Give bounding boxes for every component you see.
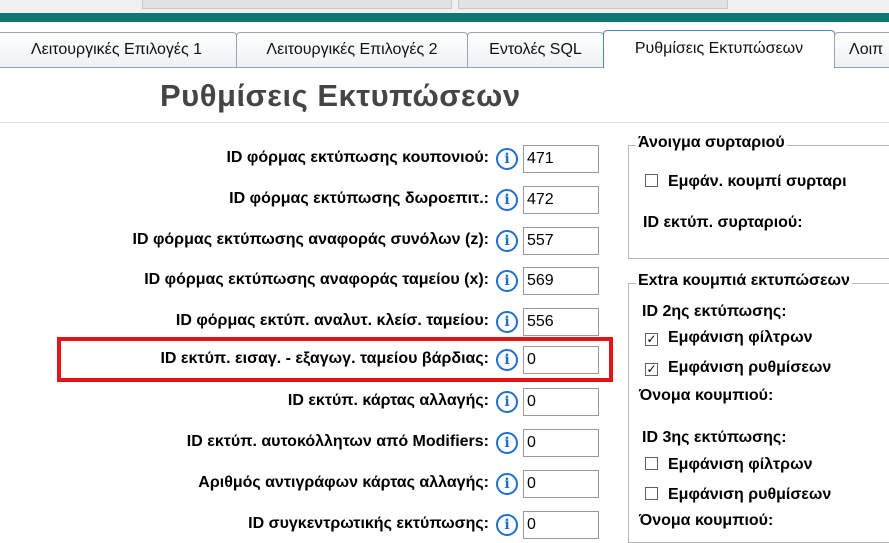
third-show-settings-option[interactable]: Εμφάνιση ρυθμίσεων <box>645 486 831 504</box>
info-icon[interactable]: i <box>496 473 518 495</box>
gift-voucher-print-form-id-input[interactable] <box>523 186 599 214</box>
window-top-strip <box>0 0 889 14</box>
label-z-report-print-form-id: ID φόρμας εκτύπωσης αναφοράς συνόλων (z)… <box>132 231 490 248</box>
third-show-filters-label: Εμφάνιση φίλτρων <box>668 456 813 473</box>
coupon-print-form-id-input[interactable] <box>523 145 599 173</box>
z-report-print-form-id-input[interactable] <box>523 227 599 255</box>
tab-sql-commands[interactable]: Εντολές SQL <box>467 32 604 67</box>
second-button-name-label: Όνομα κουμπιού: <box>639 387 774 404</box>
extra-print-buttons-group <box>628 283 889 543</box>
third-show-filters-option[interactable]: Εμφάνιση φίλτρων <box>645 456 813 474</box>
label-change-card-copies: Αριθμός αντιγράφων κάρτας αλλαγής: <box>198 474 489 491</box>
info-icon[interactable]: i <box>496 148 518 170</box>
accent-bar <box>0 13 889 22</box>
extra-print-buttons-title: Extra κουμπιά εκτυπώσεων <box>636 272 852 290</box>
label-summary-print-id: ID συγκεντρωτικής εκτύπωσης: <box>248 515 489 532</box>
toolbar-segment <box>458 0 728 9</box>
drawer-group-title: Άνοιγμα συρταριού <box>636 134 787 152</box>
second-show-settings-label: Εμφάνιση ρυθμίσεων <box>668 359 832 376</box>
second-show-filters-option[interactable]: ✓ Εμφάνιση φίλτρων <box>645 329 813 347</box>
info-icon[interactable]: i <box>496 349 518 371</box>
label-change-card-print-id: ID εκτύπ. κάρτας αλλαγής: <box>287 392 489 409</box>
info-icon[interactable]: i <box>496 189 518 211</box>
second-print-id-label: ID 2ης εκτύπωσης: <box>642 303 787 320</box>
header-divider <box>0 122 889 123</box>
info-icon[interactable]: i <box>496 311 518 333</box>
tab-functional-options-2[interactable]: Λειτουργικές Επιλογές 2 <box>236 32 468 67</box>
modifier-stickers-print-id-input[interactable] <box>523 429 599 457</box>
third-print-id-label: ID 3ης εκτύπωσης: <box>642 429 787 446</box>
second-show-filters-label: Εμφάνιση φίλτρων <box>668 329 813 346</box>
show-drawer-button-checkbox[interactable] <box>645 174 658 187</box>
drawer-group <box>628 145 889 259</box>
info-icon[interactable]: i <box>496 270 518 292</box>
page-title: Ρυθμίσεις Εκτυπώσεων <box>160 78 521 113</box>
label-shift-cash-in-out-print-id: ID εκτύπ. εισαγ. - εξαγωγ. ταμείου βάρδι… <box>160 350 489 367</box>
change-card-copies-input[interactable] <box>523 470 599 498</box>
second-show-filters-checkbox[interactable]: ✓ <box>645 333 658 346</box>
toolbar-segment <box>142 0 452 9</box>
x-report-print-form-id-input[interactable] <box>523 267 599 295</box>
show-drawer-button-label: Εμφάν. κουμπί συρταρι <box>668 173 847 190</box>
second-show-settings-checkbox[interactable]: ✓ <box>645 363 658 376</box>
change-card-print-id-input[interactable] <box>523 388 599 416</box>
label-register-closing-print-form-id: ID φόρμας εκτύπ. αναλυτ. κλείσ. ταμείου: <box>175 312 489 329</box>
info-icon[interactable]: i <box>496 514 518 536</box>
label-coupon-print-form-id: ID φόρμας εκτύπωσης κουπονιού: <box>226 149 489 166</box>
label-x-report-print-form-id: ID φόρμας εκτύπωσης αναφοράς ταμείου (x)… <box>144 271 489 288</box>
third-show-settings-checkbox[interactable] <box>645 487 658 500</box>
shift-cash-in-out-print-id-input[interactable] <box>523 346 599 374</box>
info-icon[interactable]: i <box>496 230 518 252</box>
show-drawer-button-option[interactable]: Εμφάν. κουμπί συρταρι <box>645 173 847 191</box>
label-gift-voucher-print-form-id: ID φόρμας εκτύπωσης δωροεπιτ.: <box>229 190 489 207</box>
drawer-print-id-label: ID εκτύπ. συρταριού: <box>643 214 803 231</box>
register-closing-print-form-id-input[interactable] <box>523 308 599 336</box>
tab-functional-options-1[interactable]: Λειτουργικές Επιλογές 1 <box>0 32 237 67</box>
third-show-filters-checkbox[interactable] <box>645 457 658 470</box>
info-icon[interactable]: i <box>496 432 518 454</box>
second-show-settings-option[interactable]: ✓ Εμφάνιση ρυθμίσεων <box>645 359 831 377</box>
third-show-settings-label: Εμφάνιση ρυθμίσεων <box>668 486 832 503</box>
info-icon[interactable]: i <box>496 391 518 413</box>
tab-print-settings[interactable]: Ρυθμίσεις Εκτυπώσεων <box>603 30 835 68</box>
tab-other[interactable]: Λοιπ <box>834 32 889 67</box>
third-button-name-label: Όνομα κουμπιού: <box>639 512 774 529</box>
label-modifier-stickers-print-id: ID εκτύπ. αυτοκόλλητων από Modifiers: <box>186 433 489 450</box>
